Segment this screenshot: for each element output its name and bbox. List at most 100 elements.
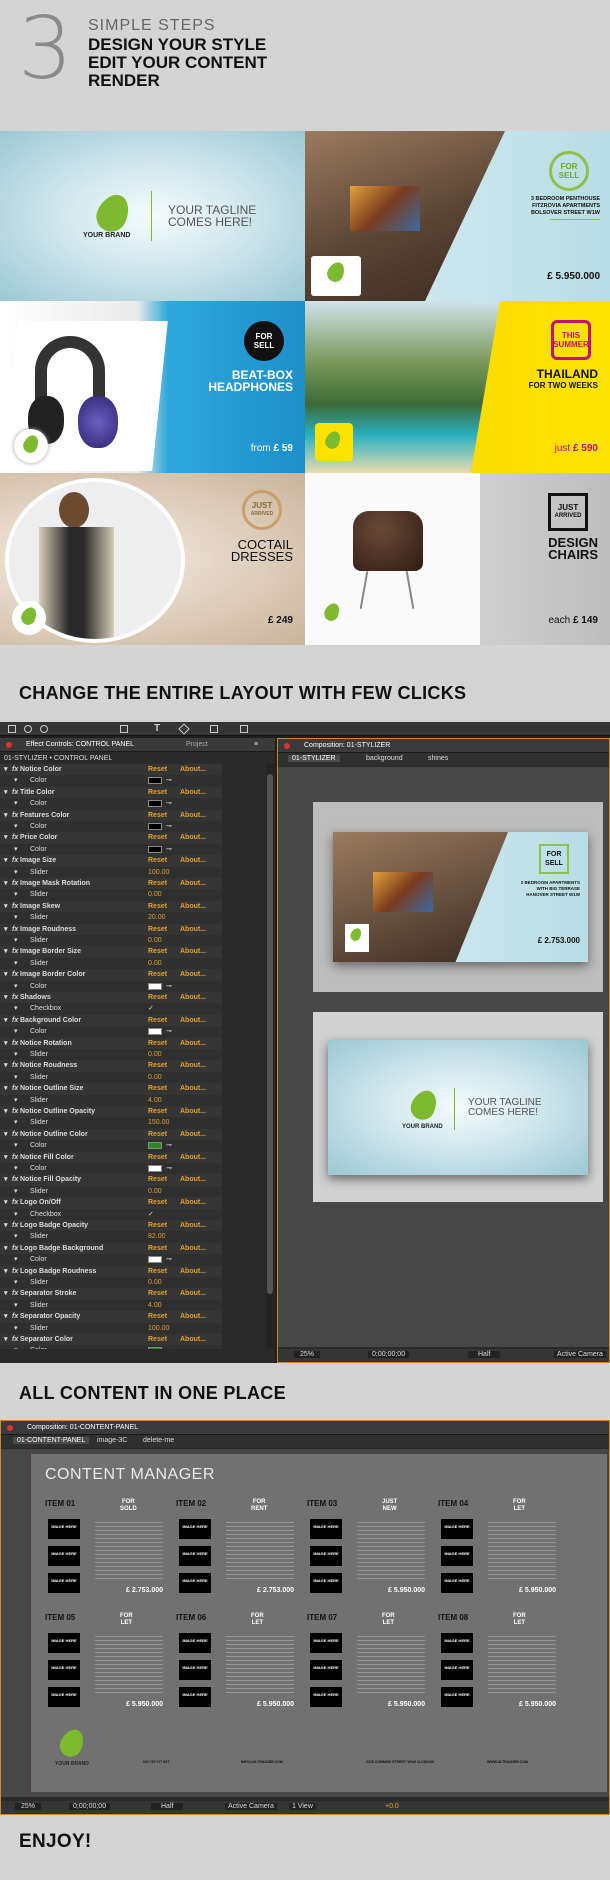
about-link[interactable]: About... xyxy=(180,946,206,957)
effect-param-row[interactable]: ▾ Slider 150.00 xyxy=(0,1117,222,1129)
eyedropper-icon[interactable]: ⊸ xyxy=(166,844,172,855)
twirl-icon[interactable]: ▾ xyxy=(14,1277,18,1288)
zoom-tool-icon[interactable] xyxy=(40,725,48,733)
content-item[interactable]: ITEM 04 FOR LET IMAGE HERE IMAGE HERE IMAGE H… xyxy=(438,1499,558,1607)
item-price[interactable]: £ 5.950.000 xyxy=(126,1701,163,1708)
fx-icon[interactable]: fx xyxy=(12,901,18,912)
twirl-icon[interactable]: ▾ xyxy=(4,1060,8,1071)
effect-param-row[interactable]: ▾ Checkbox ✓ xyxy=(0,1208,222,1220)
color-swatch[interactable] xyxy=(148,777,162,785)
slider-value[interactable]: 100.00 xyxy=(148,867,169,878)
reset-link[interactable]: Reset xyxy=(148,1015,167,1026)
close-icon[interactable] xyxy=(284,743,290,749)
item-notice[interactable]: FOR LET xyxy=(120,1613,133,1627)
effect-param-row[interactable]: ▾ Slider 82.00 xyxy=(0,1231,222,1243)
tab-composition[interactable]: Composition: 01-STYLIZER xyxy=(304,742,390,749)
eyedropper-icon[interactable]: ⊸ xyxy=(166,1345,172,1349)
effect-row[interactable]: ▾ fx Separator Opacity Reset About... xyxy=(0,1311,222,1323)
effect-param-row[interactable]: ▾ Slider 0.00 xyxy=(0,889,222,901)
zoom-dropdown[interactable]: 25% xyxy=(15,1803,42,1810)
reset-link[interactable]: Reset xyxy=(148,1334,167,1345)
resolution-dropdown[interactable]: Half xyxy=(151,1803,184,1810)
item-price[interactable]: £ 5.950.000 xyxy=(519,1587,556,1594)
effect-row[interactable]: ▾ fx Notice Fill Opacity Reset About... xyxy=(0,1174,222,1186)
twirl-icon[interactable]: ▾ xyxy=(14,1254,18,1265)
image-placeholder[interactable]: IMAGE HERE xyxy=(441,1660,473,1680)
fx-icon[interactable]: fx xyxy=(12,787,18,798)
image-placeholder[interactable]: IMAGE HERE xyxy=(310,1687,342,1707)
about-link[interactable]: About... xyxy=(180,1106,206,1117)
fx-icon[interactable]: fx xyxy=(12,1220,18,1231)
slider-value[interactable]: 0.00 xyxy=(148,1277,162,1288)
about-link[interactable]: About... xyxy=(180,1060,206,1071)
twirl-icon[interactable]: ▾ xyxy=(4,855,8,866)
content-item[interactable]: ITEM 05 FOR LET IMAGE HERE IMAGE HERE IMAGE H… xyxy=(45,1613,165,1721)
twirl-icon[interactable]: ▾ xyxy=(4,1174,8,1185)
timecode[interactable]: 0;00;00;00 xyxy=(368,1351,410,1358)
effect-row[interactable]: ▾ fx Notice Outline Opacity Reset About... xyxy=(0,1106,222,1118)
slider-value[interactable]: 0.00 xyxy=(148,958,162,969)
image-placeholder[interactable]: IMAGE HERE xyxy=(48,1633,80,1653)
twirl-icon[interactable]: ▾ xyxy=(4,992,8,1003)
item-features[interactable] xyxy=(488,1519,556,1579)
twirl-icon[interactable]: ▾ xyxy=(4,1083,8,1094)
image-placeholder[interactable]: IMAGE HERE xyxy=(48,1573,80,1593)
timecode[interactable]: 0;00;00;00 xyxy=(69,1803,111,1810)
twirl-icon[interactable]: ▾ xyxy=(14,1049,18,1060)
item-features[interactable] xyxy=(95,1633,163,1693)
color-swatch[interactable] xyxy=(148,982,162,990)
effect-row[interactable]: ▾ fx Shadows Reset About... xyxy=(0,992,222,1004)
twirl-icon[interactable]: ▾ xyxy=(4,1015,8,1026)
image-placeholder[interactable]: IMAGE HERE xyxy=(310,1573,342,1593)
composition-viewer[interactable]: FOR SELL 2 BEDROOM APARTMENTS WITH BIG TER… xyxy=(278,767,609,1347)
tab-project[interactable]: Project xyxy=(186,741,208,748)
effect-param-row[interactable]: ▾ Color ⊸ xyxy=(0,1345,222,1349)
reset-link[interactable]: Reset xyxy=(148,787,167,798)
effect-param-row[interactable]: ▾ Color ⊸ xyxy=(0,1163,222,1175)
reset-link[interactable]: Reset xyxy=(148,901,167,912)
twirl-icon[interactable]: ▾ xyxy=(4,1266,8,1277)
about-link[interactable]: About... xyxy=(180,1266,206,1277)
twirl-icon[interactable]: ▾ xyxy=(14,935,18,946)
panel-menu-icon[interactable]: ≡ xyxy=(254,741,258,748)
image-placeholder[interactable]: IMAGE HERE xyxy=(179,1660,211,1680)
scrollbar[interactable] xyxy=(266,764,274,1349)
effect-param-row[interactable]: ▾ Slider 4.00 xyxy=(0,1094,222,1106)
shape-tool-icon[interactable] xyxy=(120,725,128,733)
reset-link[interactable]: Reset xyxy=(148,832,167,843)
reset-link[interactable]: Reset xyxy=(148,855,167,866)
effect-param-row[interactable]: ▾ Slider 0.00 xyxy=(0,1277,222,1289)
color-swatch[interactable] xyxy=(148,823,162,830)
twirl-icon[interactable]: ▾ xyxy=(4,832,8,843)
camera-dropdown[interactable]: Active Camera xyxy=(554,1351,606,1358)
twirl-icon[interactable]: ▾ xyxy=(4,764,8,775)
eyedropper-icon[interactable]: ⊸ xyxy=(166,981,172,992)
twirl-icon[interactable]: ▾ xyxy=(14,958,18,969)
reset-link[interactable]: Reset xyxy=(148,1152,167,1163)
effect-row[interactable]: ▾ fx Notice Outline Size Reset About... xyxy=(0,1083,222,1095)
fx-icon[interactable]: fx xyxy=(12,1038,18,1049)
twirl-icon[interactable]: ▾ xyxy=(14,889,18,900)
color-swatch[interactable] xyxy=(148,1142,162,1150)
effect-row[interactable]: ▾ fx Notice Fill Color Reset About... xyxy=(0,1151,222,1163)
reset-link[interactable]: Reset xyxy=(148,1038,167,1049)
crumb-content-panel[interactable]: 01-CONTENT-PANEL xyxy=(13,1437,90,1444)
twirl-icon[interactable]: ▾ xyxy=(14,1231,18,1242)
effect-param-row[interactable]: ▾ Slider 100.00 xyxy=(0,866,222,878)
twirl-icon[interactable]: ▾ xyxy=(14,1209,18,1220)
effect-row[interactable]: ▾ fx Logo Badge Opacity Reset About... xyxy=(0,1220,222,1232)
effect-row[interactable]: ▾ fx Logo On/Off Reset About... xyxy=(0,1197,222,1209)
image-placeholder[interactable]: IMAGE HERE xyxy=(48,1519,80,1539)
color-swatch[interactable] xyxy=(148,1256,162,1264)
twirl-icon[interactable]: ▾ xyxy=(4,1152,8,1163)
image-placeholder[interactable]: IMAGE HERE xyxy=(48,1660,80,1680)
fx-icon[interactable]: fx xyxy=(12,1243,18,1254)
fx-icon[interactable]: fx xyxy=(12,1106,18,1117)
effect-row[interactable]: ▾ fx Image Mask Rotation Reset About... xyxy=(0,878,222,890)
color-swatch[interactable] xyxy=(148,1347,162,1349)
reset-link[interactable]: Reset xyxy=(148,969,167,980)
about-link[interactable]: About... xyxy=(180,1334,206,1345)
reset-link[interactable]: Reset xyxy=(148,1220,167,1231)
item-notice[interactable]: FOR LET xyxy=(513,1613,526,1627)
fx-icon[interactable]: fx xyxy=(12,1266,18,1277)
